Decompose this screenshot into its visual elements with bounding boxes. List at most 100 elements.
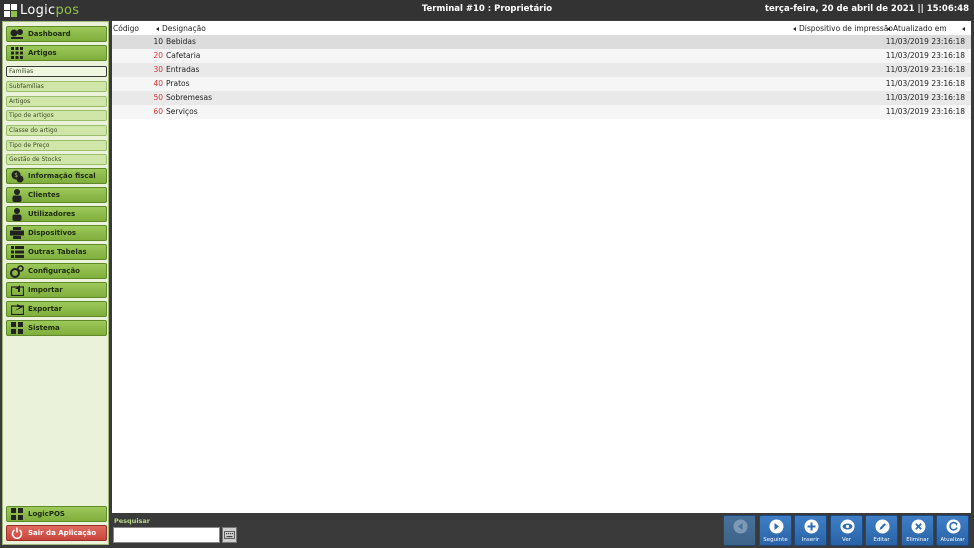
dashboard-icon	[10, 28, 24, 41]
sidebar-item-exportar[interactable]: Exportar	[6, 301, 107, 317]
sidebar-item-label: LogicPOS	[28, 510, 65, 518]
delete-label: Eliminar	[906, 537, 929, 543]
bottom-toolbar: Pesquisar Seguinte Inserir Ver Editar El…	[112, 514, 974, 548]
sidebar-item-logicpos[interactable]: LogicPOS	[6, 506, 107, 522]
table-row[interactable]: 10 Bebidas 11/03/2019 23:16:18	[112, 35, 971, 49]
search-label: Pesquisar	[114, 517, 151, 525]
cell-code: 10	[153, 37, 163, 46]
cell-date: 11/03/2019 23:16:18	[885, 65, 965, 74]
table-row[interactable]: 20 Cafetaria 11/03/2019 23:16:18	[112, 49, 971, 63]
sidebar: Dashboard Artigos Famílias Subfamílias A…	[2, 21, 109, 545]
sidebar-item-label: Configuração	[28, 267, 80, 275]
pencil-icon	[875, 519, 890, 534]
top-bar: Logicpos Terminal #10 : Proprietário ter…	[0, 0, 974, 20]
user-icon	[10, 207, 24, 221]
cell-date: 11/03/2019 23:16:18	[885, 107, 965, 116]
table-row[interactable]: 40 Pratos 11/03/2019 23:16:18	[112, 77, 971, 91]
sidebar-item-label: Outras Tabelas	[28, 248, 87, 256]
money-icon: $	[10, 170, 24, 183]
data-grid: Código Designação Dispositivo de impress…	[112, 21, 971, 513]
table-row[interactable]: 30 Entradas 11/03/2019 23:16:18	[112, 63, 971, 77]
grid-header: Código Designação Dispositivo de impress…	[112, 23, 971, 35]
refresh-icon	[946, 519, 961, 534]
subitem-artigos[interactable]: Artigos	[6, 96, 107, 107]
cell-code: 50	[153, 93, 163, 102]
column-header-codigo[interactable]: Código	[113, 24, 139, 33]
column-header-extra[interactable]	[962, 24, 968, 33]
table-row[interactable]: 50 Sobremesas 11/03/2019 23:16:18	[112, 91, 971, 105]
column-header-designacao[interactable]: Designação	[156, 24, 206, 33]
edit-button[interactable]: Editar	[865, 515, 898, 546]
keyboard-icon	[224, 531, 235, 539]
cell-name: Pratos	[166, 79, 190, 88]
sidebar-item-label: Clientes	[28, 191, 60, 199]
sidebar-item-clientes[interactable]: Clientes	[6, 187, 107, 203]
delete-button[interactable]: Eliminar	[901, 515, 934, 546]
next-icon	[769, 519, 784, 534]
subitem-familias[interactable]: Famílias	[6, 66, 107, 77]
sidebar-item-dispositivos[interactable]: Dispositivos	[6, 225, 107, 241]
sidebar-item-informacao-fiscal[interactable]: $ Informação fiscal	[6, 168, 107, 184]
view-label: Ver	[842, 537, 851, 543]
column-header-atualizado[interactable]: Atualizado em	[887, 24, 947, 33]
subitem-subfamilias[interactable]: Subfamílias	[6, 81, 107, 92]
sidebar-item-importar[interactable]: Importar	[6, 282, 107, 298]
cell-code: 40	[153, 79, 163, 88]
cell-date: 11/03/2019 23:16:18	[885, 79, 965, 88]
insert-button[interactable]: Inserir	[794, 515, 827, 546]
grid-icon	[10, 47, 24, 60]
sidebar-item-label: Utilizadores	[28, 210, 76, 218]
cell-name: Serviços	[166, 107, 198, 116]
refresh-button[interactable]: Atualizar	[936, 515, 969, 546]
subitem-tipo-artigos[interactable]: Tipo de artigos	[6, 110, 107, 121]
sidebar-item-outras-tabelas[interactable]: Outras Tabelas	[6, 244, 107, 260]
sort-arrow-icon	[887, 27, 890, 31]
next-button[interactable]: Seguinte	[759, 515, 792, 546]
insert-label: Inserir	[801, 537, 820, 543]
sidebar-item-label: Exportar	[28, 305, 63, 313]
power-icon	[10, 527, 24, 540]
gears-icon	[10, 264, 24, 278]
edit-label: Editar	[873, 537, 890, 543]
sort-arrow-icon	[793, 27, 796, 31]
user-icon	[10, 188, 24, 202]
sidebar-item-label: Importar	[28, 286, 63, 294]
cell-name: Bebidas	[166, 37, 196, 46]
sidebar-item-label: Sair da Aplicação	[28, 529, 97, 537]
refresh-label: Atualizar	[940, 537, 965, 543]
list-icon	[10, 246, 24, 259]
subitem-tipo-preco[interactable]: Tipo de Preço	[6, 140, 107, 151]
sort-arrow-icon	[156, 27, 159, 31]
datetime-display: terça-feira, 20 de abril de 2021 || 15:0…	[764, 4, 969, 14]
cell-name: Cafetaria	[166, 51, 201, 60]
close-icon	[911, 519, 926, 534]
exit-application-button[interactable]: Sair da Aplicação	[6, 525, 107, 541]
subitem-classe-artigo[interactable]: Classe do artigo	[6, 125, 107, 136]
sidebar-item-label: Informação fiscal	[28, 172, 96, 180]
export-icon	[10, 303, 24, 316]
cell-date: 11/03/2019 23:16:18	[885, 93, 965, 102]
subitem-gestao-stocks[interactable]: Gestão de Stocks	[6, 154, 107, 165]
table-row[interactable]: 60 Serviços 11/03/2019 23:16:18	[112, 105, 971, 119]
printer-icon	[10, 227, 24, 240]
logicpos-icon	[10, 508, 24, 521]
system-icon	[10, 322, 24, 335]
search-input[interactable]	[113, 527, 220, 543]
sidebar-item-label: Sistema	[28, 324, 60, 332]
cell-name: Entradas	[166, 65, 200, 74]
column-header-dispositivo[interactable]: Dispositivo de impressão	[793, 24, 893, 33]
sidebar-item-sistema[interactable]: Sistema	[6, 320, 107, 336]
sidebar-item-utilizadores[interactable]: Utilizadores	[6, 206, 107, 222]
keyboard-button[interactable]	[222, 527, 237, 543]
cell-date: 11/03/2019 23:16:18	[885, 37, 965, 46]
cell-date: 11/03/2019 23:16:18	[885, 51, 965, 60]
sidebar-item-configuracao[interactable]: Configuração	[6, 263, 107, 279]
sidebar-item-dashboard[interactable]: Dashboard	[6, 26, 107, 42]
previous-button[interactable]	[723, 515, 756, 546]
view-button[interactable]: Ver	[830, 515, 863, 546]
sidebar-item-label: Dashboard	[28, 30, 71, 38]
sidebar-item-artigos[interactable]: Artigos	[6, 45, 107, 61]
cell-code: 60	[153, 107, 163, 116]
cell-name: Sobremesas	[166, 93, 212, 102]
sidebar-item-label: Dispositivos	[28, 229, 77, 237]
